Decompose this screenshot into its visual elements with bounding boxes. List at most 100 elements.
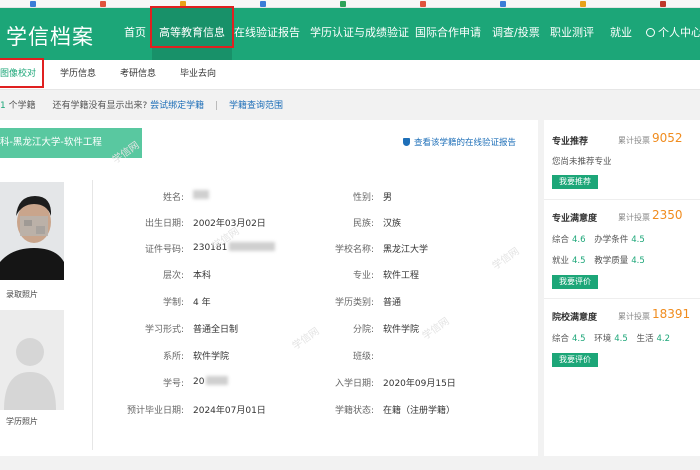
portrait-image bbox=[0, 182, 64, 280]
field-label: 证件号码: bbox=[144, 245, 184, 255]
rate-school-button[interactable]: 我要评价 bbox=[552, 353, 598, 367]
tab-graduation-destination[interactable]: 毕业去向 bbox=[180, 60, 216, 90]
bookmark-icon[interactable] bbox=[420, 1, 426, 7]
school-score-row: 综合 4.5 环境 4.5 生活 4.2 bbox=[552, 334, 671, 344]
major-vote-count: 2350 bbox=[652, 208, 683, 222]
recommend-status-text: 您尚未推荐专业 bbox=[552, 157, 612, 167]
tab-postgraduate-info[interactable]: 考研信息 bbox=[120, 60, 156, 90]
recommend-vote-count: 9052 bbox=[652, 131, 683, 145]
divider bbox=[544, 298, 700, 299]
field-label: 学号: bbox=[162, 379, 184, 389]
bookmark-icon[interactable] bbox=[260, 1, 266, 7]
shield-icon bbox=[403, 138, 410, 146]
field-value-study-mode: 普通全日制 bbox=[193, 325, 239, 335]
nav-international[interactable]: 国际合作申请 bbox=[415, 8, 481, 60]
major-score-row: 综合 4.6 办学条件 4.5 bbox=[552, 235, 645, 245]
field-value-duration: 4 年 bbox=[193, 298, 211, 308]
missing-record-question: 还有学籍没有显示出来? bbox=[52, 101, 148, 111]
nav-career-test[interactable]: 职业测评 bbox=[550, 8, 594, 60]
school-vote-label: 累计投票 bbox=[618, 312, 650, 321]
record-count-label: 个学籍 bbox=[8, 101, 36, 111]
field-label: 层次: bbox=[162, 271, 184, 281]
recommend-vote-label: 累计投票 bbox=[618, 136, 650, 145]
rate-major-button[interactable]: 我要评价 bbox=[552, 275, 598, 289]
record-scope-link[interactable]: 学籍查询范围 bbox=[229, 101, 283, 111]
field-value-expected-graduation: 2024年07月01日 bbox=[193, 406, 266, 416]
bookmark-icon[interactable] bbox=[580, 1, 586, 7]
major-satisfaction-title: 专业满意度 bbox=[552, 214, 598, 224]
annotation-highlight-box bbox=[0, 58, 44, 88]
field-value-school: 黑龙江大学 bbox=[383, 245, 429, 255]
annotation-highlight-box bbox=[150, 6, 234, 48]
bind-record-link[interactable]: 尝试绑定学籍 bbox=[150, 101, 204, 111]
field-label: 性别: bbox=[352, 193, 374, 203]
user-icon bbox=[646, 28, 655, 37]
redacted-mask bbox=[206, 376, 229, 385]
divider bbox=[92, 180, 93, 450]
school-vote-count: 18391 bbox=[652, 307, 691, 321]
bookmark-icon[interactable] bbox=[660, 1, 666, 7]
nav-survey[interactable]: 调查/投票 bbox=[492, 8, 540, 60]
nav-online-verification[interactable]: 在线验证报告 bbox=[234, 8, 300, 60]
bookmark-icon[interactable] bbox=[500, 1, 506, 7]
field-label: 姓名: bbox=[162, 193, 184, 203]
bookmark-icon[interactable] bbox=[100, 1, 106, 7]
diploma-photo bbox=[0, 310, 64, 410]
watermark: 学信网 bbox=[490, 246, 522, 273]
field-label: 学籍状态: bbox=[334, 406, 374, 416]
field-value-enrollment-date: 2020年09月15日 bbox=[383, 379, 456, 389]
field-value-birthdate: 2002年03月02日 bbox=[193, 219, 266, 229]
field-label: 系所: bbox=[162, 352, 184, 362]
nav-employment[interactable]: 就业 bbox=[610, 8, 632, 60]
field-label: 入学日期: bbox=[334, 379, 374, 389]
field-value-college: 软件学院 bbox=[383, 325, 420, 335]
recommend-button[interactable]: 我要推荐 bbox=[552, 175, 598, 189]
field-value-ethnicity: 汉族 bbox=[383, 219, 402, 229]
field-label: 学习形式: bbox=[144, 325, 184, 335]
diploma-photo-caption: 学历照片 bbox=[6, 417, 38, 426]
view-verification-report-link[interactable]: 查看该学籍的在线验证报告 bbox=[403, 136, 516, 148]
field-value-major: 软件工程 bbox=[383, 271, 420, 281]
field-value-enrollment-status: 在籍（注册学籍） bbox=[383, 406, 456, 416]
record-banner: 科-黑龙江大学-软件工程 bbox=[0, 128, 142, 158]
tab-education-info[interactable]: 学历信息 bbox=[60, 60, 96, 90]
separator: | bbox=[215, 101, 219, 111]
school-satisfaction-title: 院校满意度 bbox=[552, 313, 598, 323]
nav-home[interactable]: 首页 bbox=[124, 8, 146, 60]
field-value-student-id: 20 bbox=[193, 376, 229, 387]
admission-photo bbox=[0, 182, 64, 280]
student-record-card: 科-黑龙江大学-软件工程 查看该学籍的在线验证报告 录取照片 学历照片 姓名: … bbox=[0, 120, 538, 456]
bookmark-icon[interactable] bbox=[340, 1, 346, 7]
admission-photo-caption: 录取照片 bbox=[6, 290, 38, 299]
major-score-row: 就业 4.5 教学质量 4.5 bbox=[552, 256, 645, 266]
field-label: 分院: bbox=[352, 325, 374, 335]
avatar-placeholder-icon bbox=[0, 310, 64, 410]
nav-user-center[interactable]: 个人中心 bbox=[646, 8, 700, 60]
field-value-department: 软件学院 bbox=[193, 352, 230, 362]
field-label: 专业: bbox=[352, 271, 374, 281]
record-count: 1 bbox=[0, 101, 6, 111]
nav-degree-certification[interactable]: 学历认证与成绩验证 bbox=[310, 8, 409, 60]
field-label: 出生日期: bbox=[144, 219, 184, 229]
field-value-education-type: 普通 bbox=[383, 298, 402, 308]
field-value-level: 本科 bbox=[193, 271, 212, 281]
top-header: 学信档案 首页 高等教育信息 在线验证报告 学历认证与成绩验证 国际合作申请 调… bbox=[0, 8, 700, 60]
sub-navigation: 图像校对 学历信息 考研信息 毕业去向 bbox=[0, 60, 700, 90]
site-logo[interactable]: 学信档案 bbox=[6, 21, 94, 51]
field-label: 学校名称: bbox=[334, 245, 374, 255]
field-label: 民族: bbox=[352, 219, 374, 229]
record-count-line: 1 个学籍 还有学籍没有显示出来? 尝试绑定学籍 | 学籍查询范围 bbox=[0, 98, 283, 111]
bookmark-icon[interactable] bbox=[30, 1, 36, 7]
field-label: 班级: bbox=[352, 352, 374, 362]
field-label: 学制: bbox=[162, 298, 184, 308]
watermark: 学信网 bbox=[420, 316, 452, 343]
nav-user-center-label: 个人中心 bbox=[658, 26, 700, 39]
redacted-mask bbox=[193, 190, 209, 199]
statistics-sidebar: 专业推荐 累计投票 9052 您尚未推荐专业 我要推荐 专业满意度 累计投票 2… bbox=[544, 120, 700, 456]
field-value-id-number: 230181 bbox=[193, 242, 276, 253]
redacted-mask bbox=[229, 242, 276, 251]
recommend-title: 专业推荐 bbox=[552, 137, 589, 147]
field-label: 学历类别: bbox=[334, 298, 374, 308]
divider bbox=[544, 199, 700, 200]
major-vote-label: 累计投票 bbox=[618, 213, 650, 222]
